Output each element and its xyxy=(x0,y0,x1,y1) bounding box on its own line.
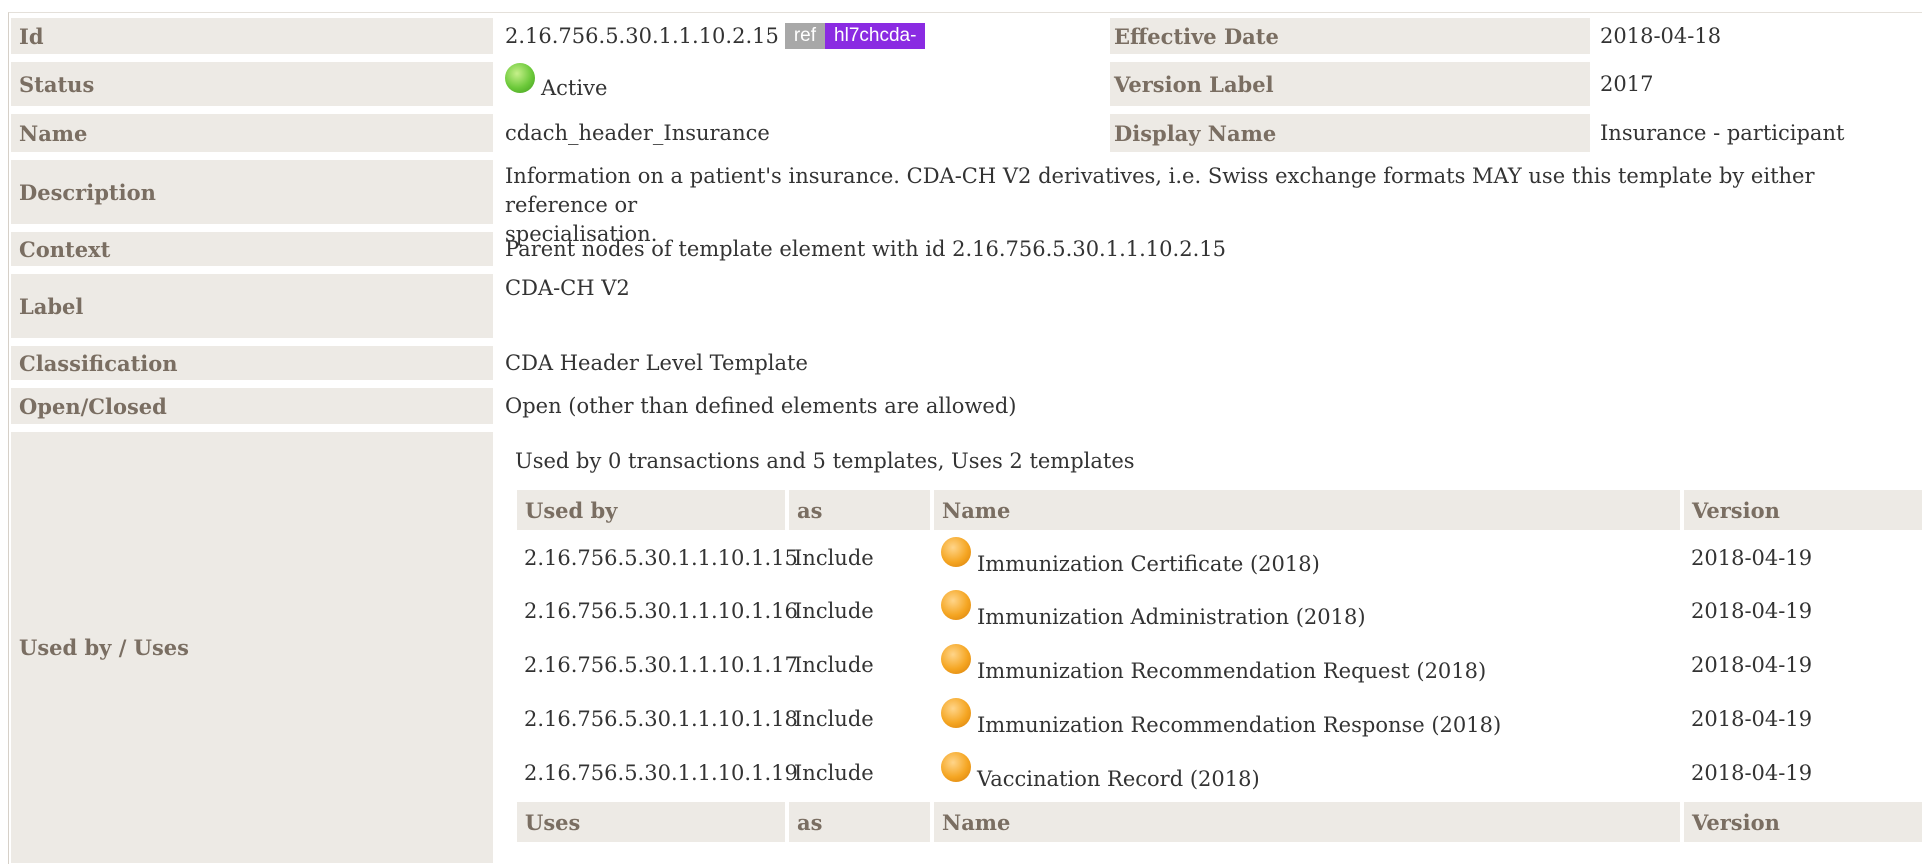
used-by-row-version: 2018-04-19 xyxy=(1691,599,1813,623)
status-draft-icon xyxy=(941,698,971,728)
used-by-row-name: Immunization Recommendation Response (20… xyxy=(977,713,1502,737)
used-by-row-id[interactable]: 2.16.756.5.30.1.1.10.1.15 xyxy=(524,538,798,578)
ref-tag: ref xyxy=(784,23,826,49)
used-by-col-header: Used by xyxy=(517,490,785,530)
status-label: Status xyxy=(11,62,493,106)
used-by-row-version: 2018-04-19 xyxy=(1691,653,1813,677)
status-value-wrap: Active xyxy=(505,62,607,106)
used-by-name-col-header: Name xyxy=(934,490,1680,530)
status-draft-icon xyxy=(941,752,971,782)
status-draft-icon xyxy=(941,537,971,567)
used-by-row-name-wrap[interactable]: Immunization Certificate (2018) xyxy=(941,537,1320,578)
id-value: 2.16.756.5.30.1.1.10.2.15 xyxy=(505,24,779,48)
version-label-value: 2017 xyxy=(1600,72,1654,96)
status-draft-icon xyxy=(941,590,971,620)
context-value: Parent nodes of template element with id… xyxy=(505,237,1226,261)
label-label: Label xyxy=(11,274,493,338)
used-by-row-name-wrap[interactable]: Immunization Recommendation Request (201… xyxy=(941,644,1487,685)
used-by-row-as: Include xyxy=(794,761,874,785)
used-by-row-as: Include xyxy=(794,653,874,677)
uses-as-col-header: as xyxy=(789,802,930,842)
effective-date-label: Effective Date xyxy=(1110,18,1590,54)
used-by-row-name-wrap[interactable]: Immunization Administration (2018) xyxy=(941,590,1366,631)
used-by-row-id[interactable]: 2.16.756.5.30.1.1.10.1.16 xyxy=(524,591,798,631)
name-label: Name xyxy=(11,114,493,152)
used-by-row-version: 2018-04-19 xyxy=(1691,761,1813,785)
used-by-row-as: Include xyxy=(794,707,874,731)
used-by-as-col-header: as xyxy=(789,490,930,530)
used-by-row-id[interactable]: 2.16.756.5.30.1.1.10.1.17 xyxy=(524,645,798,685)
status-active-icon xyxy=(505,63,535,93)
used-by-row-name: Immunization Recommendation Request (201… xyxy=(977,659,1487,683)
used-by-row-name-wrap[interactable]: Vaccination Record (2018) xyxy=(941,752,1260,793)
usage-summary: Used by 0 transactions and 5 templates, … xyxy=(515,449,1135,473)
id-value-wrap: 2.16.756.5.30.1.1.10.2.15 ref hl7chcda- xyxy=(505,18,926,54)
context-label: Context xyxy=(11,232,493,266)
uses-name-col-header: Name xyxy=(934,802,1680,842)
used-by-uses-label: Used by / Uses xyxy=(11,432,493,863)
used-by-version-col-header: Version xyxy=(1684,490,1922,530)
classification-label: Classification xyxy=(11,346,493,380)
id-label: Id xyxy=(11,18,493,54)
uses-version-col-header: Version xyxy=(1684,802,1922,842)
used-by-row-as: Include xyxy=(794,599,874,623)
description-label: Description xyxy=(11,160,493,224)
uses-col-header: Uses xyxy=(517,802,785,842)
classification-value: CDA Header Level Template xyxy=(505,351,808,375)
used-by-row-name-wrap[interactable]: Immunization Recommendation Response (20… xyxy=(941,698,1502,739)
description-line-1: Information on a patient's insurance. CD… xyxy=(505,164,1815,217)
status-value: Active xyxy=(541,76,608,100)
status-draft-icon xyxy=(941,644,971,674)
effective-date-value: 2018-04-18 xyxy=(1600,24,1722,48)
used-by-row-as: Include xyxy=(794,546,874,570)
used-by-row-id[interactable]: 2.16.756.5.30.1.1.10.1.19 xyxy=(524,753,798,793)
used-by-row-id[interactable]: 2.16.756.5.30.1.1.10.1.18 xyxy=(524,699,798,739)
label-value: CDA-CH V2 xyxy=(505,276,630,300)
display-name-value: Insurance - participant xyxy=(1600,121,1845,145)
used-by-row-name: Immunization Certificate (2018) xyxy=(977,552,1320,576)
prefix-tag: hl7chcda- xyxy=(825,23,926,49)
used-by-row-version: 2018-04-19 xyxy=(1691,546,1813,570)
open-closed-value: Open (other than defined elements are al… xyxy=(505,394,1017,418)
version-label-label: Version Label xyxy=(1110,62,1590,106)
open-closed-label: Open/Closed xyxy=(11,388,493,424)
used-by-row-name: Vaccination Record (2018) xyxy=(977,767,1260,791)
used-by-row-version: 2018-04-19 xyxy=(1691,707,1813,731)
used-by-row-name: Immunization Administration (2018) xyxy=(977,605,1366,629)
display-name-label: Display Name xyxy=(1110,114,1590,152)
name-value: cdach_header_Insurance xyxy=(505,121,770,145)
